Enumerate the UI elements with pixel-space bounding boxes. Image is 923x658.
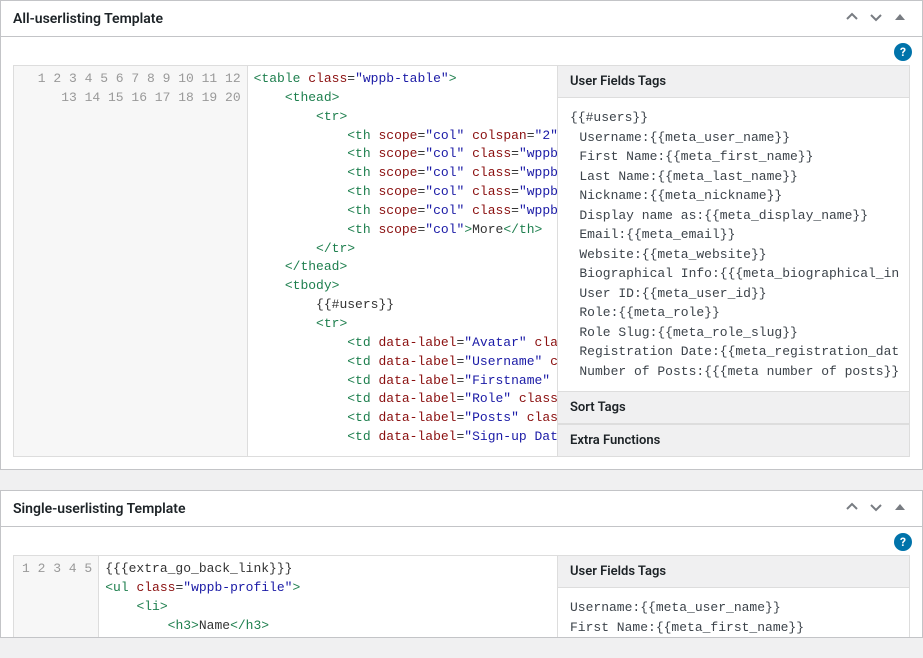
panel-body: ? 1 2 3 4 5 6 7 8 9 10 11 12 13 14 15 16…	[1, 37, 922, 469]
sidebar-body: {{#users}}Username:{{meta_user_name}}Fir…	[558, 98, 909, 391]
extra-functions-section[interactable]: Extra Functions	[558, 424, 909, 456]
panel-header: Single-userlisting Template	[1, 491, 922, 527]
sidebar-header[interactable]: User Fields Tags	[558, 66, 909, 98]
panel-controls	[842, 499, 910, 518]
expand-down-icon[interactable]	[866, 499, 886, 518]
caret-up-icon[interactable]	[890, 9, 910, 28]
line-gutter: 1 2 3 4 5	[14, 556, 99, 638]
code-editor[interactable]: {{{extra_go_back_link}}}<ul class="wppb-…	[99, 556, 557, 638]
collapse-up-icon[interactable]	[842, 499, 862, 518]
line-gutter: 1 2 3 4 5 6 7 8 9 10 11 12 13 14 15 16 1…	[14, 66, 248, 456]
collapse-up-icon[interactable]	[842, 9, 862, 28]
tags-sidebar: User Fields Tags Username:{{meta_user_na…	[557, 556, 909, 638]
panel-header: All-userlisting Template	[1, 1, 922, 37]
editor-wrap: 1 2 3 4 5 {{{extra_go_back_link}}}<ul cl…	[13, 555, 910, 638]
panel-controls	[842, 9, 910, 28]
code-column: 1 2 3 4 5 6 7 8 9 10 11 12 13 14 15 16 1…	[14, 66, 557, 456]
sidebar-header[interactable]: User Fields Tags	[558, 556, 909, 588]
panel-body: ? 1 2 3 4 5 {{{extra_go_back_link}}}<ul …	[1, 527, 922, 638]
panel-title: All-userlisting Template	[13, 11, 163, 27]
code-column: 1 2 3 4 5 {{{extra_go_back_link}}}<ul cl…	[14, 556, 557, 638]
single-userlisting-panel: Single-userlisting Template ? 1 2 3 4 5 …	[0, 490, 923, 638]
all-userlisting-panel: All-userlisting Template ? 1 2 3 4 5 6 7…	[0, 0, 923, 470]
help-icon[interactable]: ?	[894, 533, 912, 551]
sidebar-body: Username:{{meta_user_name}}First Name:{{…	[558, 588, 909, 638]
sort-tags-section[interactable]: Sort Tags	[558, 391, 909, 424]
expand-down-icon[interactable]	[866, 9, 886, 28]
help-icon[interactable]: ?	[894, 43, 912, 61]
editor-wrap: 1 2 3 4 5 6 7 8 9 10 11 12 13 14 15 16 1…	[13, 65, 910, 457]
panel-title: Single-userlisting Template	[13, 501, 186, 517]
caret-up-icon[interactable]	[890, 499, 910, 518]
code-editor[interactable]: <table class="wppb-table"> <thead> <tr> …	[248, 66, 557, 456]
tags-sidebar: User Fields Tags {{#users}}Username:{{me…	[557, 66, 909, 456]
